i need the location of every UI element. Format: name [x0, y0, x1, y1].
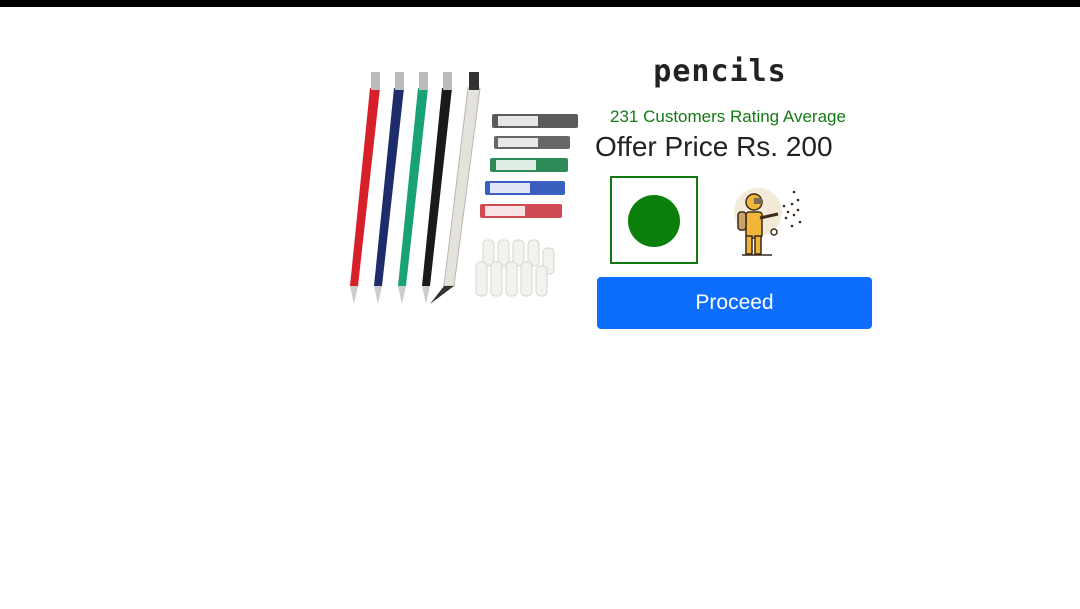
product-image [350, 72, 578, 304]
top-bar [0, 0, 1080, 7]
pest-control-worker-icon[interactable] [732, 182, 808, 258]
pencil-navy [374, 72, 404, 304]
product-title: pencils [653, 54, 787, 89]
pencil-red [350, 72, 380, 304]
lead-tubes [480, 114, 578, 218]
erasers [475, 239, 555, 297]
color-option-selected[interactable] [610, 176, 698, 264]
color-swatch-green [628, 195, 680, 247]
rating-summary: 231 Customers Rating Average [610, 107, 846, 126]
pencil-green [398, 72, 428, 304]
offer-price: Offer Price Rs. 200 [595, 131, 833, 162]
proceed-button[interactable]: Proceed [597, 277, 872, 329]
